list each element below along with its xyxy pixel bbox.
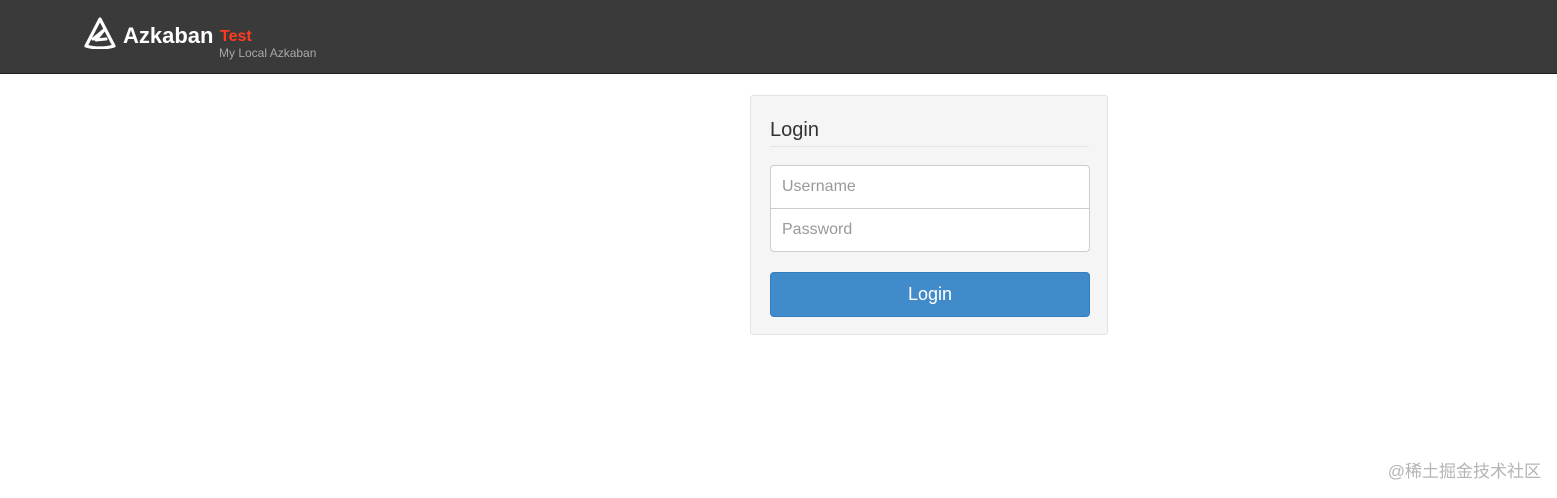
app-name: Azkaban [123, 23, 214, 48]
azkaban-logo-icon [84, 17, 116, 49]
password-input[interactable] [770, 208, 1090, 252]
login-title: Login [770, 118, 1089, 147]
environment-label: Test [220, 28, 252, 45]
app-subtitle: My Local Azkaban [219, 46, 317, 60]
login-button[interactable]: Login [770, 272, 1090, 317]
login-panel: Login Login [750, 95, 1108, 335]
watermark-text: @稀土掘金技术社区 [1387, 462, 1541, 481]
username-input[interactable] [770, 165, 1090, 209]
top-navbar: Azkaban Test My Local Azkaban [0, 0, 1557, 74]
